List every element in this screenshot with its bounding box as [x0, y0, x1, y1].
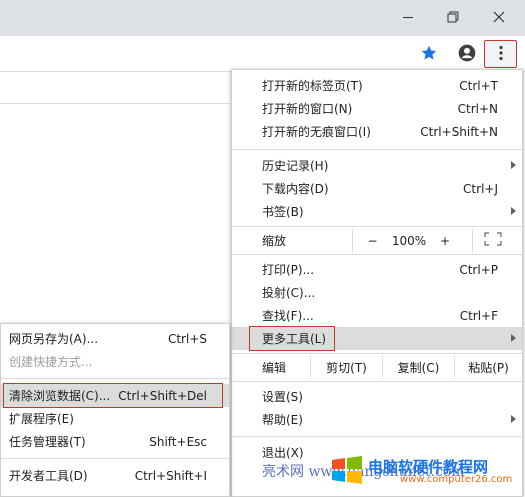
menu-item-new-window[interactable]: 打开新的窗口(N) Ctrl+N: [232, 97, 522, 120]
menu-item-label: 清除浏览数据(C)...: [9, 389, 111, 403]
content-divider: [0, 103, 230, 104]
close-button[interactable]: [476, 0, 522, 34]
account-button[interactable]: [455, 42, 479, 66]
submenu-item-task-manager[interactable]: 任务管理器(T) Shift+Esc: [1, 430, 229, 453]
menu-item-label: 更多工具(L): [262, 332, 327, 346]
menu-item-settings[interactable]: 设置(S): [232, 385, 522, 408]
menu-item-find[interactable]: 查找(F)... Ctrl+F: [232, 304, 522, 327]
menu-item-cast[interactable]: 投射(C)...: [232, 281, 522, 304]
menu-item-label: 打开新的标签页(T): [262, 79, 363, 93]
restore-icon: [447, 11, 459, 23]
zoom-row: 缩放 − 100% +: [232, 229, 522, 252]
minimize-icon: [402, 11, 414, 23]
menu-item-label: 帮助(E): [262, 413, 303, 427]
cut-button[interactable]: 剪切(T): [310, 356, 382, 379]
restore-button[interactable]: [430, 0, 476, 34]
windows-logo-icon: [330, 454, 364, 486]
menu-item-new-incognito[interactable]: 打开新的无痕窗口(I) Ctrl+Shift+N: [232, 120, 522, 143]
zoom-in-button[interactable]: +: [428, 229, 462, 252]
menu-item-shortcut: Ctrl+Shift+Del: [118, 388, 207, 403]
zoom-level: 100%: [391, 233, 427, 248]
menu-item-label: 投射(C)...: [262, 286, 316, 300]
menu-item-downloads[interactable]: 下载内容(D) Ctrl+J: [232, 177, 522, 200]
menu-item-history[interactable]: 历史记录(H): [232, 154, 522, 177]
submenu-item-create-shortcut: 创建快捷方式...: [1, 350, 229, 373]
menu-item-label: 打开新的窗口(N): [262, 102, 353, 116]
menu-item-more-tools[interactable]: 更多工具(L): [232, 327, 522, 350]
submenu-arrow-icon: [511, 207, 516, 215]
star-icon: [420, 44, 438, 65]
menu-item-label: 历史记录(H): [262, 159, 329, 173]
copy-button[interactable]: 复制(C): [382, 356, 454, 379]
menu-item-shortcut: Ctrl+P: [459, 262, 498, 277]
submenu-item-clear-browsing-data[interactable]: 清除浏览数据(C)... Ctrl+Shift+Del: [1, 384, 229, 407]
menu-item-help[interactable]: 帮助(E): [232, 408, 522, 431]
menu-item-print[interactable]: 打印(P)... Ctrl+P: [232, 258, 522, 281]
submenu-item-dev-tools[interactable]: 开发者工具(D) Ctrl+Shift+I: [1, 464, 229, 487]
submenu-item-save-page[interactable]: 网页另存为(A)... Ctrl+S: [1, 327, 229, 350]
menu-separator: [232, 436, 522, 437]
menu-item-label: 网页另存为(A)...: [9, 332, 99, 346]
menu-separator: [232, 226, 522, 227]
menu-item-shortcut: Ctrl+Shift+I: [134, 468, 207, 483]
menu-item-label: 书签(B): [262, 205, 304, 219]
menu-item-bookmarks[interactable]: 书签(B): [232, 200, 522, 223]
menu-item-label: 查找(F)...: [262, 309, 314, 323]
menu-separator: [232, 149, 522, 150]
menu-item-shortcut: Ctrl+T: [459, 78, 498, 93]
menu-item-shortcut: Ctrl+F: [459, 308, 498, 323]
bookmark-star-button[interactable]: [417, 42, 441, 66]
menu-item-label: 任务管理器(T): [9, 435, 86, 449]
watermark-url: www.computer26.com: [400, 474, 513, 485]
edit-label: 编辑: [262, 361, 287, 375]
menu-item-label: 打印(P)...: [262, 263, 315, 277]
vertical-dots-icon: [498, 45, 504, 64]
more-tools-submenu: 网页另存为(A)... Ctrl+S 创建快捷方式... 清除浏览数据(C)..…: [0, 323, 230, 497]
close-icon: [493, 11, 505, 23]
chrome-menu-button[interactable]: [484, 40, 517, 68]
minimize-button[interactable]: [385, 0, 431, 34]
paste-button[interactable]: 粘贴(P): [454, 356, 522, 379]
menu-separator: [1, 458, 229, 459]
fullscreen-icon: [483, 232, 502, 249]
menu-separator: [232, 381, 522, 382]
zoom-label: 缩放: [262, 234, 287, 248]
menu-item-label: 下载内容(D): [262, 182, 329, 196]
fullscreen-button[interactable]: [472, 229, 512, 252]
menu-item-shortcut: Ctrl+J: [463, 181, 498, 196]
menu-item-new-tab[interactable]: 打开新的标签页(T) Ctrl+T: [232, 74, 522, 97]
submenu-arrow-icon: [511, 334, 516, 342]
menu-item-shortcut: Ctrl+Shift+N: [420, 124, 498, 139]
chrome-main-menu: 打开新的标签页(T) Ctrl+T 打开新的窗口(N) Ctrl+N 打开新的无…: [231, 69, 523, 497]
menu-item-shortcut: Ctrl+S: [167, 331, 207, 346]
edit-row: 编辑 剪切(T) 复制(C) 粘贴(P): [232, 356, 522, 379]
menu-item-label: 设置(S): [262, 390, 303, 404]
menu-item-label: 打开新的无痕窗口(I): [262, 125, 371, 139]
menu-item-label: 创建快捷方式...: [9, 355, 93, 369]
menu-item-shortcut: Ctrl+N: [457, 101, 498, 116]
submenu-item-extensions[interactable]: 扩展程序(E): [1, 407, 229, 430]
menu-item-label: 扩展程序(E): [9, 412, 74, 426]
menu-separator: [232, 353, 522, 354]
browser-toolbar: [0, 36, 525, 72]
zoom-out-button[interactable]: −: [352, 229, 392, 252]
menu-item-label: 开发者工具(D): [9, 469, 88, 483]
submenu-arrow-icon: [511, 415, 516, 423]
menu-item-shortcut: Shift+Esc: [149, 434, 207, 449]
account-icon: [457, 43, 477, 66]
menu-separator: [232, 254, 522, 255]
submenu-arrow-icon: [511, 161, 516, 169]
title-bar: [0, 0, 525, 36]
menu-separator: [1, 378, 229, 379]
